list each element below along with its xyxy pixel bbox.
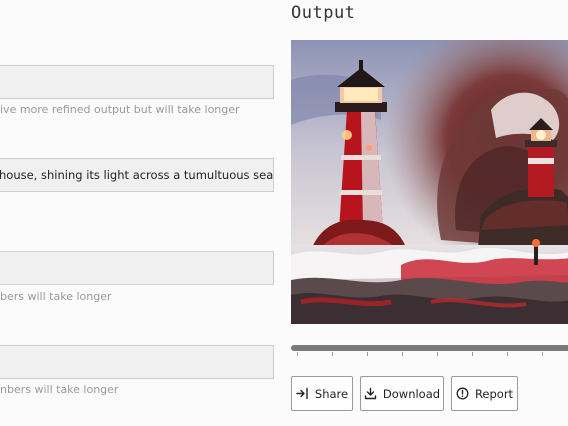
progress-bar (291, 345, 568, 351)
share-icon (296, 387, 309, 400)
prompt-input[interactable]: house, shining its light across a tumult… (0, 158, 274, 192)
height-hint: nbers will take longer (0, 383, 119, 396)
report-label: Report (474, 386, 514, 401)
share-label: Share (314, 386, 349, 401)
height-input[interactable] (0, 345, 274, 379)
output-image (291, 40, 568, 324)
progress-tick (507, 352, 508, 356)
width-input[interactable] (0, 251, 274, 285)
progress-tick (437, 352, 438, 356)
report-icon (456, 387, 469, 400)
download-label: Download (382, 386, 441, 401)
report-button[interactable]: Report (451, 376, 518, 411)
width-hint: bers will take longer (0, 290, 112, 303)
progress-tick (297, 352, 298, 356)
progress-tick (472, 352, 473, 356)
steps-hint: ive more refined output but will take lo… (0, 103, 240, 116)
share-button[interactable]: Share (291, 376, 353, 411)
download-button[interactable]: Download (360, 376, 444, 411)
steps-input[interactable] (0, 65, 274, 99)
download-icon (364, 387, 377, 400)
progress-tick (367, 352, 368, 356)
output-title: Output (291, 3, 356, 23)
progress-tick (542, 352, 543, 356)
prompt-value: house, shining its light across a tumult… (0, 168, 274, 182)
progress-tick (332, 352, 333, 356)
progress-tick (402, 352, 403, 356)
